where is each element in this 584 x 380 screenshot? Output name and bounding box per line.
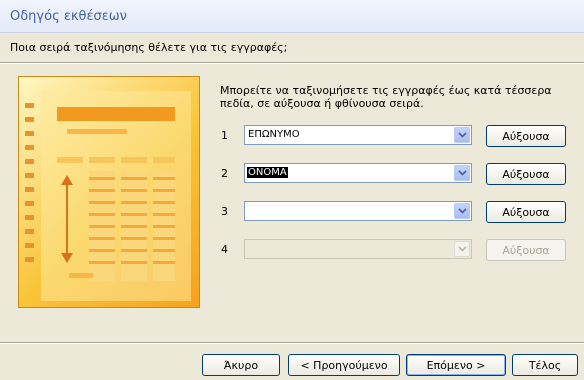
sort-order-1-button[interactable]: Αύξουσα bbox=[486, 125, 566, 147]
sort-row-4-number: 4 bbox=[221, 243, 228, 256]
sort-row-3-number: 3 bbox=[221, 205, 228, 218]
report-illustration-graphic bbox=[25, 91, 191, 301]
divider-bottom bbox=[0, 342, 584, 344]
title-bar: Οδηγός εκθέσεων bbox=[0, 0, 584, 33]
sort-field-2-value: ΟΝΟΜΑ bbox=[247, 167, 288, 178]
cancel-button[interactable]: Άκυρο bbox=[202, 354, 280, 376]
sort-instructions: Μπορείτε να ταξινομήσετε τις εγγραφές έω… bbox=[220, 84, 552, 110]
sort-field-1-dropdown-button[interactable] bbox=[454, 127, 470, 143]
chevron-down-icon bbox=[458, 170, 467, 176]
sort-field-1-value: ΕΠΩΝΥΜΟ bbox=[248, 129, 300, 140]
next-button[interactable]: Επόμενο > bbox=[406, 354, 506, 376]
sort-order-2-button[interactable]: Αύξουσα bbox=[486, 163, 566, 185]
divider-top bbox=[0, 62, 584, 64]
sort-field-2-dropdown-button[interactable] bbox=[454, 165, 470, 181]
sort-field-4-combo[interactable] bbox=[244, 239, 472, 259]
chevron-down-icon bbox=[458, 246, 467, 252]
sort-field-3-dropdown-button[interactable] bbox=[454, 203, 470, 219]
sort-field-3-combo[interactable] bbox=[244, 201, 472, 221]
dialog-title: Οδηγός εκθέσεων bbox=[10, 9, 127, 24]
report-sort-illustration bbox=[18, 76, 200, 308]
chevron-down-icon bbox=[458, 132, 467, 138]
sort-row-1-number: 1 bbox=[221, 129, 228, 142]
sort-field-2-combo[interactable]: ΟΝΟΜΑ bbox=[244, 163, 472, 183]
sort-question: Ποια σειρά ταξινόμησης θέλετε για τις εγ… bbox=[10, 41, 288, 54]
sort-field-1-combo[interactable]: ΕΠΩΝΥΜΟ bbox=[244, 125, 472, 145]
back-button[interactable]: < Προηγούμενο bbox=[288, 354, 400, 376]
finish-button[interactable]: Τέλος bbox=[512, 354, 578, 376]
report-wizard-dialog: Οδηγός εκθέσεων Ποια σειρά ταξινόμησης θ… bbox=[0, 0, 584, 380]
sort-field-4-dropdown-button[interactable] bbox=[454, 241, 470, 257]
sort-order-4-button[interactable]: Αύξουσα bbox=[486, 239, 566, 261]
chevron-down-icon bbox=[458, 208, 467, 214]
sort-order-3-button[interactable]: Αύξουσα bbox=[486, 201, 566, 223]
sort-row-2-number: 2 bbox=[221, 167, 228, 180]
